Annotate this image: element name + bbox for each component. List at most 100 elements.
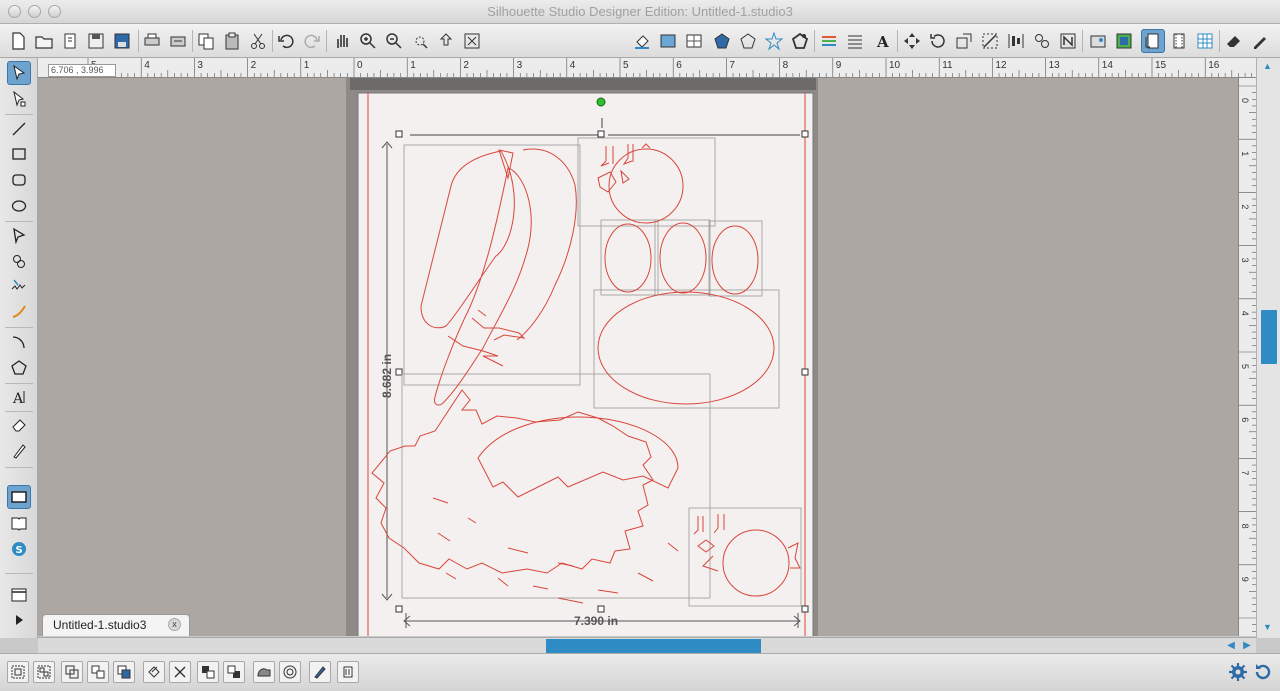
zoom-out-icon[interactable]	[382, 29, 406, 53]
settings-gear-icon[interactable]	[1228, 662, 1248, 682]
group-icon[interactable]	[7, 661, 29, 683]
scroll-down-icon[interactable]: ▼	[1263, 622, 1272, 632]
replicate-icon[interactable]	[1030, 29, 1054, 53]
print-icon[interactable]	[140, 29, 164, 53]
point-edit-tool-icon[interactable]	[7, 87, 31, 111]
ellipse-tool-icon[interactable]	[7, 194, 31, 218]
undo-icon[interactable]	[274, 29, 298, 53]
save-to-library-icon[interactable]	[110, 29, 134, 53]
silhouette-store-icon[interactable]: S	[7, 537, 31, 561]
paste-icon[interactable]	[220, 29, 244, 53]
redo-icon[interactable]	[300, 29, 324, 53]
tab-close-icon[interactable]: x	[168, 618, 181, 631]
offset-icon-small[interactable]	[279, 661, 301, 683]
weld-icon[interactable]	[253, 661, 275, 683]
shadow-icon[interactable]	[762, 29, 786, 53]
fill-color-icon[interactable]	[630, 29, 654, 53]
dashed-line-icon[interactable]	[817, 29, 841, 53]
cut-settings-icon[interactable]	[1167, 29, 1191, 53]
send-to-silhouette-icon[interactable]	[1248, 29, 1272, 53]
send-to-back-icon[interactable]	[337, 661, 359, 683]
scroll-up-icon[interactable]: ▲	[1263, 61, 1272, 71]
zoom-in-icon[interactable]	[356, 29, 380, 53]
play-icon[interactable]	[7, 608, 31, 632]
rectangle-tool-icon[interactable]	[7, 142, 31, 166]
rounded-rectangle-tool-icon[interactable]	[7, 168, 31, 192]
offset-icon[interactable]	[1112, 29, 1136, 53]
scroll-left-icon[interactable]: ◀	[1224, 639, 1238, 653]
show-cut-icon[interactable]	[7, 583, 31, 607]
print-cut-icon[interactable]	[166, 29, 190, 53]
fill-gradient-icon[interactable]	[656, 29, 680, 53]
transform-icon[interactable]	[900, 29, 924, 53]
tab-untitled-1[interactable]: Untitled-1.studio3 x	[42, 614, 190, 636]
vertical-ruler[interactable]: 0 1 2 3 4 5 6 7 8 9	[1238, 78, 1256, 636]
ruler-label: 4	[1240, 311, 1250, 316]
library-view-icon[interactable]	[7, 511, 31, 535]
design-canvas[interactable]: 8.682 in 7.390 in	[38, 78, 1238, 636]
refresh-icon[interactable]	[1253, 662, 1273, 682]
horizontal-ruler[interactable]: 54321012345678910111213141516	[38, 58, 1256, 78]
bring-forward-icon[interactable]	[197, 661, 219, 683]
open-icon[interactable]	[32, 29, 56, 53]
ruler-label: 1	[1240, 151, 1250, 156]
tool-separator	[5, 411, 33, 412]
knife-tool-icon[interactable]	[7, 439, 31, 463]
horizontal-scroll-thumb[interactable]	[546, 639, 761, 653]
move-icon[interactable]	[978, 29, 1002, 53]
save-icon[interactable]	[84, 29, 108, 53]
freehand-tool-icon[interactable]	[7, 274, 31, 298]
eraser-tool-icon[interactable]	[7, 413, 31, 437]
line-tool-icon[interactable]	[7, 117, 31, 141]
grid-settings-icon[interactable]	[1193, 29, 1217, 53]
font-icon[interactable]: A	[871, 29, 895, 53]
nesting-icon[interactable]	[1056, 29, 1080, 53]
tool-separator	[5, 327, 33, 328]
line-color-icon[interactable]	[710, 29, 734, 53]
ruler-label: 5	[1240, 364, 1250, 369]
make-compound-path-icon[interactable]	[61, 661, 83, 683]
scale-icon[interactable]	[952, 29, 976, 53]
horizontal-scrollbar[interactable]: ◀ ▶	[38, 637, 1256, 653]
regular-polygon-tool-icon[interactable]	[7, 356, 31, 380]
toolbar-separator	[897, 30, 898, 52]
svg-text:A: A	[12, 391, 24, 406]
knife-icon[interactable]	[309, 661, 331, 683]
delete-icon[interactable]	[169, 661, 191, 683]
line-width-icon[interactable]	[788, 29, 812, 53]
design-area-icon[interactable]	[7, 485, 31, 509]
cut-icon[interactable]	[246, 29, 270, 53]
vertical-scrollbar[interactable]: ▲ ▼	[1256, 58, 1280, 638]
rotate-icon[interactable]	[926, 29, 950, 53]
ungroup-icon[interactable]	[33, 661, 55, 683]
copy-icon[interactable]	[194, 29, 218, 53]
vertical-scroll-thumb[interactable]	[1261, 310, 1277, 364]
drag-zoom-icon[interactable]	[434, 29, 458, 53]
duplicate-icon[interactable]	[143, 661, 165, 683]
rotate-handle[interactable]	[596, 97, 606, 107]
fill-pattern-icon[interactable]	[682, 29, 706, 53]
pan-hand-icon[interactable]	[330, 29, 354, 53]
fit-to-page-icon[interactable]	[460, 29, 484, 53]
bring-to-front-icon[interactable]	[113, 661, 135, 683]
text-tool-icon[interactable]: A	[7, 385, 31, 409]
smooth-freehand-tool-icon[interactable]	[7, 300, 31, 324]
zoom-selection-icon[interactable]	[408, 29, 432, 53]
design-page-icon[interactable]	[1141, 29, 1165, 53]
text-style-icon[interactable]	[843, 29, 867, 53]
select-tool-icon[interactable]	[7, 61, 31, 85]
library-icon[interactable]	[58, 29, 82, 53]
release-compound-path-icon[interactable]	[87, 661, 109, 683]
align-icon[interactable]	[1004, 29, 1028, 53]
toolbar-separator	[192, 30, 193, 52]
polygon-tool-icon[interactable]	[7, 223, 31, 247]
curve-tool-icon[interactable]	[7, 249, 31, 273]
toolbar-separator	[272, 30, 273, 52]
new-document-icon[interactable]	[6, 29, 30, 53]
trace-icon[interactable]	[1086, 29, 1110, 53]
send-backward-icon[interactable]	[223, 661, 245, 683]
arc-tool-icon[interactable]	[7, 330, 31, 354]
scroll-right-icon[interactable]: ▶	[1240, 639, 1254, 653]
eraser-icon[interactable]	[1222, 29, 1246, 53]
line-style-icon[interactable]	[736, 29, 760, 53]
